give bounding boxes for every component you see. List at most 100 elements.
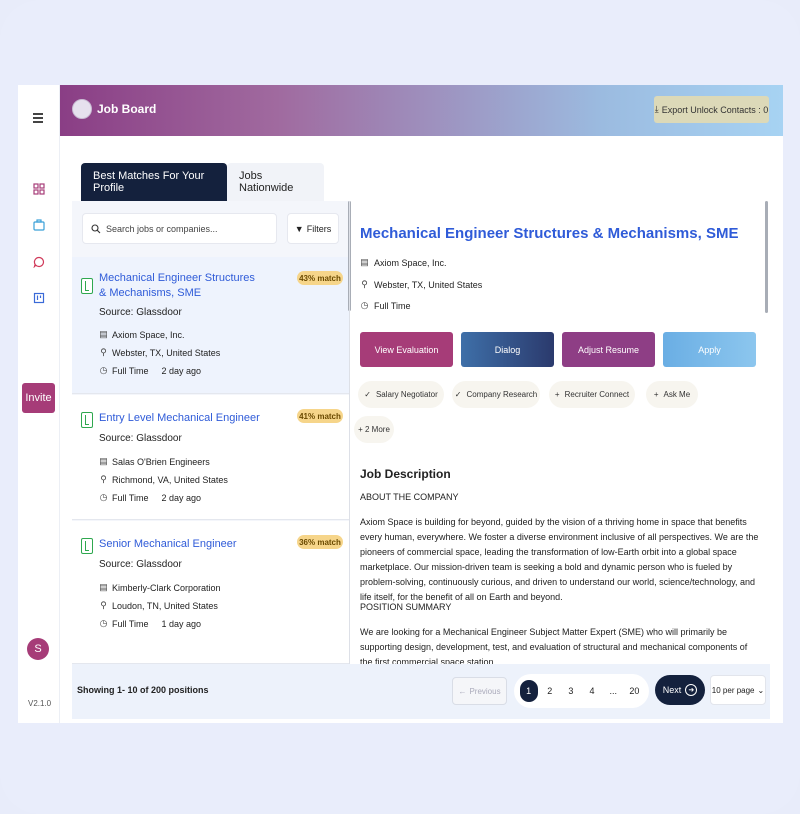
next-label: Next xyxy=(662,685,682,695)
page-4[interactable]: 4 xyxy=(583,680,601,702)
invite-button[interactable]: Invite xyxy=(22,383,55,413)
building-icon: ▤ xyxy=(360,257,369,267)
adjust-resume-button[interactable]: Adjust Resume xyxy=(562,332,655,367)
chip-label: Ask Me xyxy=(663,390,691,399)
detail-type-row: ◷ Full Time xyxy=(360,300,411,311)
results-count: Showing 1- 10 of 200 positions xyxy=(77,685,209,695)
position-heading: POSITION SUMMARY xyxy=(360,602,452,612)
job-card[interactable]: Entry Level Mechanical Engineer 41% matc… xyxy=(72,395,349,520)
about-heading: ABOUT THE COMPANY xyxy=(360,492,459,502)
job-title[interactable]: Mechanical Engineer Structures & Mechani… xyxy=(99,271,264,301)
tab-bar: Best Matches For Your Profile Jobs Natio… xyxy=(81,163,324,201)
more-chips-button[interactable]: + 2 More xyxy=(354,416,394,443)
check-icon: ✓ xyxy=(364,390,371,399)
page-2[interactable]: 2 xyxy=(541,680,559,702)
filter-icon: ▼ xyxy=(294,223,304,234)
previous-button[interactable]: ← Previous xyxy=(452,677,507,705)
salary-negotiator-chip[interactable]: ✓ Salary Negotiator xyxy=(358,381,444,408)
page-ellipsis: ... xyxy=(609,686,617,696)
location-icon: ⚲ xyxy=(100,600,107,610)
job-location-row: ⚲ Richmond, VA, United States xyxy=(99,474,228,485)
page-title: Job Board xyxy=(97,102,157,116)
job-location-row: ⚲ Webster, TX, United States xyxy=(99,347,220,358)
job-posted: 1 day ago xyxy=(161,618,202,629)
glassdoor-icon xyxy=(81,412,93,428)
menu-icon[interactable] xyxy=(31,110,47,126)
company-research-chip[interactable]: ✓ Company Research xyxy=(452,381,540,408)
building-icon: ▤ xyxy=(99,582,108,592)
briefcase-icon[interactable] xyxy=(31,217,47,233)
version-label: V2.1.0 xyxy=(28,699,52,708)
page-3[interactable]: 3 xyxy=(562,680,580,702)
building-icon: ▤ xyxy=(99,456,108,466)
detail-type: Full Time xyxy=(374,300,411,311)
arrow-right-icon: ➜ xyxy=(685,684,698,696)
detail-title: Mechanical Engineer Structures & Mechani… xyxy=(360,225,739,242)
building-icon: ▤ xyxy=(99,329,108,339)
previous-label: Previous xyxy=(469,686,501,696)
job-card[interactable]: Senior Mechanical Engineer 36% match Sou… xyxy=(72,521,349,664)
job-company-row: ▤ Axiom Space, Inc. xyxy=(99,329,185,340)
search-input[interactable]: Search jobs or companies... xyxy=(82,213,277,244)
filters-label: Filters xyxy=(306,223,332,234)
search-icon xyxy=(91,223,101,233)
job-location-row: ⚲ Loudon, TN, United States xyxy=(99,600,218,611)
detail-location-row: ⚲ Webster, TX, United States xyxy=(360,279,482,290)
glassdoor-icon xyxy=(81,538,93,554)
location-icon: ⚲ xyxy=(100,474,107,484)
pagination-bar: Showing 1- 10 of 200 positions ← Previous… xyxy=(72,664,770,719)
dialog-button[interactable]: Dialog xyxy=(461,332,554,367)
location-icon: ⚲ xyxy=(361,279,368,289)
filters-button[interactable]: ▼ Filters xyxy=(287,213,339,244)
detail-company: Axiom Space, Inc. xyxy=(374,257,447,268)
export-contacts-button[interactable]: ⤓ Export Unlock Contacts : 0 xyxy=(654,96,769,123)
job-company: Axiom Space, Inc. xyxy=(112,329,185,340)
page-20[interactable]: 20 xyxy=(625,680,643,702)
job-list-panel: Search jobs or companies... ▼ Filters Me… xyxy=(72,201,349,664)
job-type-row: ◷ Full Time 2 day ago xyxy=(99,492,202,503)
job-company-row: ▤ Kimberly-Clark Corporation xyxy=(99,582,220,593)
app-logo xyxy=(72,99,92,119)
next-button[interactable]: Next ➜ xyxy=(655,675,705,705)
user-avatar[interactable]: S xyxy=(27,638,49,660)
per-page-select[interactable]: 10 per page ⌄ xyxy=(710,675,766,705)
download-icon: ⤓ xyxy=(654,104,659,114)
clock-icon: ◷ xyxy=(99,492,108,502)
main-content: Best Matches For Your Profile Jobs Natio… xyxy=(72,155,770,719)
chat-icon[interactable] xyxy=(31,254,47,270)
job-description-heading: Job Description xyxy=(360,467,451,481)
board-icon[interactable] xyxy=(31,290,47,306)
view-evaluation-button[interactable]: View Evaluation xyxy=(360,332,453,367)
page-numbers: 1 2 3 4 ... 20 xyxy=(514,674,649,708)
detail-scrollbar[interactable] xyxy=(765,201,768,313)
job-posted: 2 day ago xyxy=(161,365,202,376)
match-badge: 43% match xyxy=(297,271,343,285)
apply-button[interactable]: Apply xyxy=(663,332,756,367)
dashboard-icon[interactable] xyxy=(31,181,47,197)
match-badge: 36% match xyxy=(297,535,343,549)
search-placeholder: Search jobs or companies... xyxy=(106,223,218,234)
arrow-left-icon: ← xyxy=(458,686,467,696)
job-location: Webster, TX, United States xyxy=(112,347,221,358)
job-title[interactable]: Senior Mechanical Engineer xyxy=(99,537,264,552)
export-label: Export Unlock Contacts : 0 xyxy=(661,104,769,115)
job-source: Source: Glassdoor xyxy=(99,307,182,318)
job-company: Salas O'Brien Engineers xyxy=(112,456,210,467)
ask-me-chip[interactable]: + Ask Me xyxy=(646,381,698,408)
job-card[interactable]: Mechanical Engineer Structures & Mechani… xyxy=(72,257,349,394)
job-source: Source: Glassdoor xyxy=(99,559,182,570)
tab-best-matches[interactable]: Best Matches For Your Profile xyxy=(81,163,227,201)
job-detail-panel: Mechanical Engineer Structures & Mechani… xyxy=(350,201,770,664)
tab-jobs-nationwide[interactable]: Jobs Nationwide xyxy=(227,163,324,201)
app-header: Job Board ⤓ Export Unlock Contacts : 0 xyxy=(60,85,783,136)
page-1[interactable]: 1 xyxy=(519,680,538,702)
plus-icon: + xyxy=(554,390,560,399)
chip-label: Salary Negotiator xyxy=(375,390,438,399)
job-title[interactable]: Entry Level Mechanical Engineer xyxy=(99,411,264,426)
recruiter-connect-chip[interactable]: + Recruiter Connect xyxy=(549,381,635,408)
chip-label: Recruiter Connect xyxy=(564,390,630,399)
per-page-value: 10 per page xyxy=(711,685,755,695)
clock-icon: ◷ xyxy=(360,300,369,310)
location-icon: ⚲ xyxy=(100,347,107,357)
position-text: We are looking for a Mechanical Engineer… xyxy=(360,627,748,664)
